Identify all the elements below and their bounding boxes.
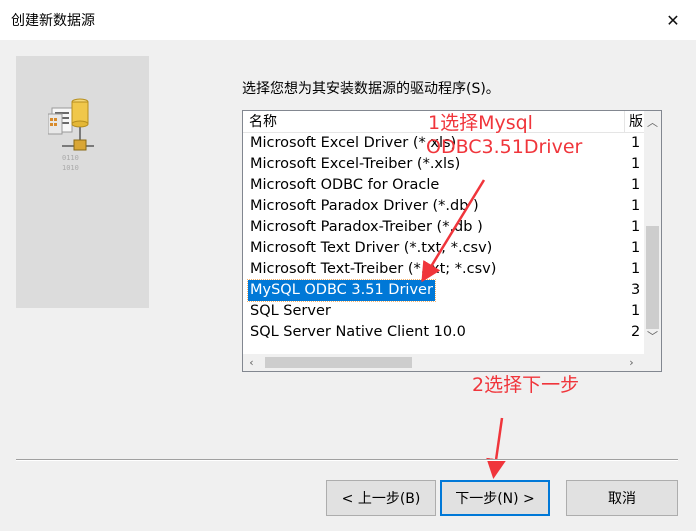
- list-item[interactable]: Microsoft Text Driver (*.txt; *.csv) 1: [243, 238, 644, 259]
- annotation-step1-line1: 1选择Mysql: [428, 112, 533, 134]
- list-item[interactable]: Microsoft Paradox-Treiber (*.db ) 1: [243, 217, 644, 238]
- svg-text:0110: 0110: [62, 154, 79, 162]
- list-item-version: 1: [631, 156, 641, 172]
- list-item[interactable]: Microsoft ODBC for Oracle 1: [243, 175, 644, 196]
- list-item-name: Microsoft ODBC for Oracle: [250, 177, 440, 193]
- scrollbar-corner: [644, 354, 661, 371]
- list-item-name: Microsoft Text-Treiber (*.txt; *.csv): [250, 261, 497, 277]
- list-item[interactable]: Microsoft Paradox Driver (*.db ) 1: [243, 196, 644, 217]
- wizard-image-panel: 0110 1010: [16, 56, 149, 308]
- scroll-up-icon[interactable]: ︿: [644, 113, 661, 130]
- list-item[interactable]: SQL Server Native Client 10.0 2: [243, 322, 644, 343]
- list-item-version: 1: [631, 303, 641, 319]
- footer-separator: [16, 459, 678, 461]
- list-item[interactable]: SQL Server 1: [243, 301, 644, 322]
- list-item-name: SQL Server: [250, 303, 331, 319]
- vertical-scroll-thumb[interactable]: [646, 226, 659, 329]
- annotation-step1-line2: ODBC3.51Driver: [426, 136, 583, 158]
- annotation-step2: 2选择下一步: [472, 374, 580, 396]
- vertical-scrollbar[interactable]: ︿ ﹀: [644, 111, 661, 354]
- scroll-right-icon[interactable]: ›: [623, 354, 640, 371]
- svg-text:1010: 1010: [62, 164, 79, 172]
- list-item-version: 1: [631, 135, 641, 151]
- list-rows: Microsoft Excel Driver (*.xls) 1 Microsoft…: [243, 133, 644, 343]
- list-item-version: 1: [631, 240, 641, 256]
- list-item-version: 1: [631, 261, 641, 277]
- list-item-name: MySQL ODBC 3.51 Driver: [247, 279, 436, 302]
- database-datasource-icon: 0110 1010: [48, 98, 94, 172]
- list-item-version: 1: [631, 177, 641, 193]
- next-button[interactable]: 下一步(N) >: [440, 480, 550, 516]
- list-item-name: Microsoft Paradox Driver (*.db ): [250, 198, 479, 214]
- cancel-button[interactable]: 取消: [566, 480, 678, 516]
- close-icon[interactable]: ✕: [650, 0, 696, 40]
- list-item-version: 1: [631, 219, 641, 235]
- list-item-name: SQL Server Native Client 10.0: [250, 324, 466, 340]
- instruction-label: 选择您想为其安装数据源的驱动程序(S)。: [242, 81, 500, 97]
- horizontal-scroll-thumb[interactable]: [265, 357, 412, 368]
- scroll-down-icon[interactable]: ﹀: [644, 327, 661, 344]
- list-item[interactable]: Microsoft Text-Treiber (*.txt; *.csv) 1: [243, 259, 644, 280]
- list-item[interactable]: MySQL ODBC 3.51 Driver 3: [243, 279, 644, 302]
- list-item-name: Microsoft Paradox-Treiber (*.db ): [250, 219, 483, 235]
- list-item-version: 1: [631, 198, 641, 214]
- window-title: 创建新数据源: [11, 13, 95, 29]
- list-item-version: 2: [631, 324, 641, 340]
- scroll-left-icon[interactable]: ‹: [243, 354, 260, 371]
- list-item-version: 3: [631, 282, 641, 298]
- back-button[interactable]: < 上一步(B): [326, 480, 436, 516]
- title-bar: 创建新数据源 ✕: [0, 0, 696, 40]
- horizontal-scrollbar[interactable]: ‹ ›: [243, 354, 644, 371]
- list-item-name: Microsoft Text Driver (*.txt; *.csv): [250, 240, 493, 256]
